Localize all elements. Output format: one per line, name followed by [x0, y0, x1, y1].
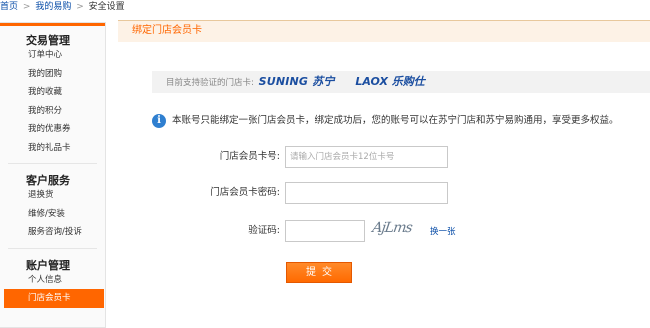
breadcrumb-current: 安全设置	[88, 2, 125, 12]
captcha-input[interactable]	[285, 220, 365, 242]
sidebar-divider	[8, 163, 97, 164]
sidebar: 交易管理 订单中心 我的团购 我的收藏 我的积分 我的优惠券 我的礼品卡 客户服…	[0, 22, 106, 328]
sidebar-item-points[interactable]: 我的积分	[0, 102, 105, 121]
panel-title: 绑定门店会员卡	[118, 20, 650, 42]
card-password-label: 门店会员卡密码:	[210, 187, 280, 198]
breadcrumb-my-suning-link[interactable]: 我的易购	[35, 2, 71, 12]
info-notice: i 本账号只能绑定一张门店会员卡，绑定成功后，您的账号可以在苏宁门店和苏宁易购通用…	[152, 112, 619, 130]
card-number-row: 门店会员卡号:	[118, 146, 280, 168]
sidebar-item-repair[interactable]: 维修/安装	[0, 205, 105, 224]
breadcrumb-home-link[interactable]: 首页	[0, 2, 18, 12]
breadcrumb-separator: >	[22, 2, 31, 12]
captcha-row: 验证码:	[118, 220, 280, 242]
card-password-row: 门店会员卡密码:	[118, 182, 280, 204]
breadcrumb: 首页 > 我的易购 > 安全设置	[0, 0, 125, 16]
card-number-label: 门店会员卡号:	[219, 151, 280, 162]
card-password-input[interactable]	[285, 182, 448, 204]
sidebar-item-orders[interactable]: 订单中心	[0, 46, 105, 65]
sidebar-item-coupons[interactable]: 我的优惠券	[0, 120, 105, 139]
sidebar-item-complaints[interactable]: 服务咨询/投诉	[0, 223, 105, 242]
sidebar-item-returns[interactable]: 退换货	[0, 186, 105, 205]
supported-stores-label: 目前支持验证的门店卡:	[166, 78, 254, 88]
sidebar-item-personal-info[interactable]: 个人信息	[0, 271, 105, 290]
captcha-image[interactable]: AjLms	[370, 220, 429, 242]
sidebar-section-title: 账户管理	[26, 258, 70, 272]
sidebar-divider	[8, 247, 97, 249]
main-panel: 绑定门店会员卡 目前支持验证的门店卡: SUNING 苏宁 LAOX 乐购仕 i…	[118, 20, 650, 328]
sidebar-item-store-card[interactable]: 门店会员卡	[4, 289, 104, 308]
sidebar-section-service: 客户服务 退换货 维修/安装 服务咨询/投诉	[0, 166, 105, 242]
sidebar-section-trade: 交易管理 订单中心 我的团购 我的收藏 我的积分 我的优惠券 我的礼品卡	[0, 26, 105, 157]
breadcrumb-separator: >	[76, 2, 84, 12]
sidebar-section-title: 交易管理	[26, 34, 70, 47]
laox-logo: LAOX 乐购仕	[355, 75, 425, 88]
sidebar-item-favorites[interactable]: 我的收藏	[0, 83, 105, 102]
info-icon: i	[152, 113, 166, 128]
suning-logo: SUNING 苏宁	[258, 75, 335, 88]
supported-stores-bar: 目前支持验证的门店卡: SUNING 苏宁 LAOX 乐购仕	[152, 71, 650, 93]
sidebar-item-group-buy[interactable]: 我的团购	[0, 65, 105, 84]
captcha-label: 验证码:	[248, 225, 280, 236]
refresh-captcha-link[interactable]: 换一张	[430, 225, 456, 237]
sidebar-section-title: 客户服务	[26, 174, 70, 187]
sidebar-item-gift-cards[interactable]: 我的礼品卡	[0, 139, 105, 158]
info-text: 本账号只能绑定一张门店会员卡，绑定成功后，您的账号可以在苏宁门店和苏宁易购通用，…	[172, 115, 619, 126]
card-number-input[interactable]	[285, 146, 448, 168]
submit-button[interactable]: 提交	[286, 262, 352, 283]
sidebar-section-account: 账户管理 个人信息 门店会员卡	[0, 251, 105, 308]
